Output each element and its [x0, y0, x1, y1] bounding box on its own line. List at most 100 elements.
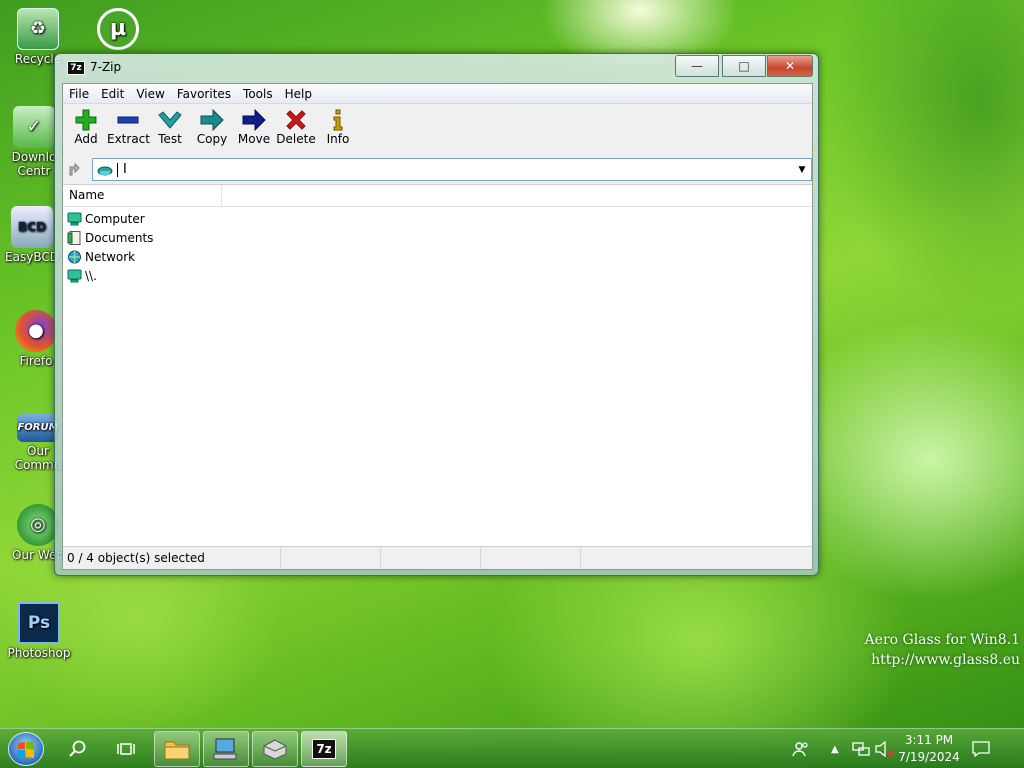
- info-button[interactable]: Info: [317, 108, 359, 146]
- drive-icon: [67, 269, 82, 282]
- computer-icon: [67, 212, 82, 225]
- menu-bar: File Edit View Favorites Tools Help: [63, 84, 812, 104]
- drive-app-icon: [263, 739, 287, 760]
- task-view-icon: [117, 743, 135, 755]
- search-icon: [69, 740, 86, 757]
- move-button[interactable]: Move: [233, 108, 275, 146]
- download-center-icon: ✓: [13, 106, 55, 148]
- system-clock[interactable]: 3:11 PM 7/19/2024: [896, 732, 962, 766]
- desktop-icon-label: Photoshop: [7, 646, 71, 660]
- network-tray-icon: [852, 742, 870, 756]
- menu-tools[interactable]: Tools: [237, 87, 279, 101]
- add-button[interactable]: Add: [65, 108, 107, 146]
- action-center-button[interactable]: [972, 729, 990, 768]
- move-arrow-icon: [233, 108, 275, 132]
- list-item[interactable]: Computer: [63, 209, 812, 228]
- up-folder-button[interactable]: [66, 159, 86, 179]
- path-combobox[interactable]: I ▼: [92, 158, 812, 181]
- copy-label: Copy: [196, 132, 228, 146]
- delete-button[interactable]: Delete: [275, 108, 317, 146]
- minimize-button[interactable]: —: [675, 55, 719, 77]
- start-button[interactable]: [8, 732, 44, 766]
- file-name: Computer: [85, 211, 145, 226]
- toolbar: Add Extract Test Copy Move Delete Info: [63, 104, 812, 154]
- file-name: \\.: [85, 268, 97, 283]
- maximize-icon: □: [738, 59, 750, 73]
- window-title: 7-Zip: [90, 60, 122, 74]
- volume-tray-button[interactable]: [875, 729, 895, 768]
- menu-edit[interactable]: Edit: [95, 87, 130, 101]
- taskbar-7zip[interactable]: 7z: [301, 731, 347, 767]
- taskbar-drive-app[interactable]: [252, 731, 298, 767]
- utorrent-icon: µ: [97, 8, 139, 50]
- file-name: Documents: [85, 230, 154, 245]
- title-bar[interactable]: 7z 7-Zip — □ ✕: [55, 54, 818, 82]
- people-button[interactable]: [792, 729, 810, 768]
- aero-glass-watermark: Aero Glass for Win8.1 http://www.glass8.…: [865, 630, 1020, 670]
- copy-button[interactable]: Copy: [191, 108, 233, 146]
- x-icon: [275, 108, 317, 132]
- ibeam-cursor-icon: I: [123, 162, 127, 177]
- status-bar: 0 / 4 object(s) selected: [63, 546, 812, 569]
- test-button[interactable]: Test: [149, 108, 191, 146]
- show-hidden-icons-button[interactable]: ▲: [831, 729, 839, 768]
- info-icon: [317, 108, 359, 132]
- column-header-name[interactable]: Name: [63, 185, 222, 206]
- list-item[interactable]: Documents: [63, 228, 812, 247]
- taskbar: 7z ▲ 3:11 PM 7/19/2024: [0, 728, 1024, 768]
- menu-help[interactable]: Help: [279, 87, 318, 101]
- check-icon: [149, 108, 191, 132]
- watermark-line1: Aero Glass for Win8.1: [864, 632, 1020, 648]
- search-button[interactable]: [64, 733, 92, 765]
- list-item[interactable]: \\.: [63, 266, 812, 285]
- forum-icon: FORUM: [17, 414, 59, 442]
- menu-favorites[interactable]: Favorites: [171, 87, 237, 101]
- people-icon: [792, 742, 808, 757]
- clock-time: 3:11 PM: [904, 733, 954, 747]
- extract-label: Extract: [107, 132, 150, 146]
- chevron-down-icon[interactable]: ▼: [795, 161, 809, 178]
- menu-view[interactable]: View: [130, 87, 170, 101]
- desktop-icon-photoshop[interactable]: Ps Photoshop: [1, 602, 77, 660]
- info-label: Info: [326, 132, 350, 146]
- close-icon: ✕: [784, 59, 796, 73]
- easybcd-icon: BCD: [11, 206, 53, 248]
- sevenzip-taskbar-icon: 7z: [312, 739, 336, 759]
- folder-up-icon: [69, 162, 80, 176]
- network-icon: [68, 250, 81, 263]
- close-button[interactable]: ✕: [767, 55, 813, 77]
- test-label: Test: [158, 132, 182, 146]
- path-input[interactable]: [117, 160, 777, 179]
- sevenzip-window: 7z 7-Zip — □ ✕ File Edit View Favorites …: [54, 53, 819, 576]
- volume-muted-icon: [875, 741, 894, 757]
- documents-icon: [67, 230, 81, 245]
- website-icon: ◎: [17, 504, 59, 546]
- taskbar-file-explorer[interactable]: [154, 731, 200, 767]
- photoshop-icon: Ps: [18, 602, 60, 644]
- copy-arrow-icon: [191, 108, 233, 132]
- file-list[interactable]: Name Computer Documents Network \\.: [63, 184, 812, 546]
- status-size: [281, 547, 381, 569]
- clock-date: 7/19/2024: [898, 750, 960, 764]
- plus-icon: [65, 108, 107, 132]
- minus-icon: [107, 108, 149, 132]
- notification-icon: [972, 741, 990, 757]
- chevron-up-icon: ▲: [831, 743, 839, 755]
- task-view-button[interactable]: [112, 733, 140, 765]
- drive-path-icon: [97, 166, 113, 176]
- maximize-button[interactable]: □: [722, 55, 766, 77]
- sevenzip-app-icon[interactable]: 7z: [67, 61, 85, 75]
- network-tray-button[interactable]: [852, 729, 870, 768]
- extract-button[interactable]: Extract: [107, 108, 150, 146]
- menu-file[interactable]: File: [63, 87, 95, 101]
- move-label: Move: [237, 132, 271, 146]
- minimize-icon: —: [691, 59, 703, 73]
- file-name: Network: [85, 249, 136, 264]
- taskbar-computer[interactable]: [203, 731, 249, 767]
- address-bar: I ▼: [63, 156, 812, 182]
- delete-label: Delete: [276, 132, 316, 146]
- add-label: Add: [74, 132, 98, 146]
- window-client-area: File Edit View Favorites Tools Help Add …: [62, 83, 813, 570]
- list-item[interactable]: Network: [63, 247, 812, 266]
- desktop-icon-utorrent[interactable]: µ: [80, 8, 156, 52]
